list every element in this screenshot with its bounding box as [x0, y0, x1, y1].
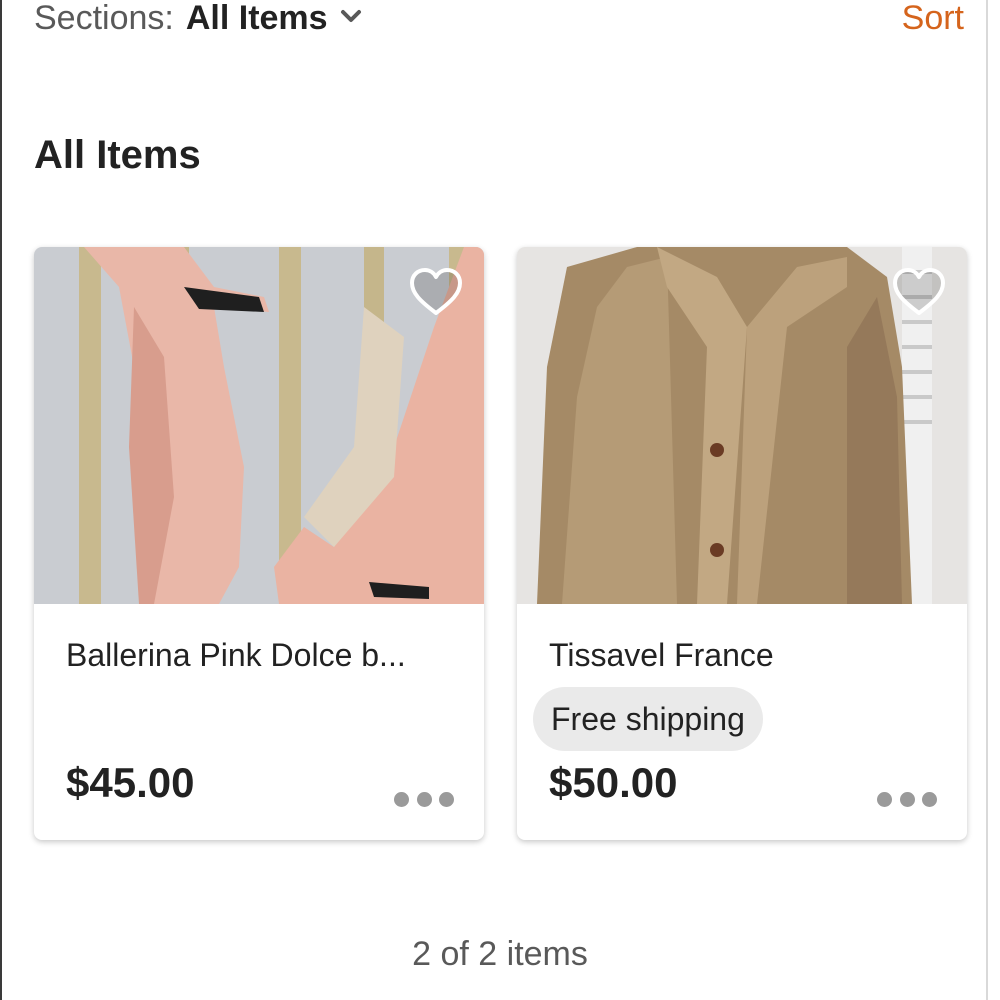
scrollbar-track[interactable] [986, 0, 988, 1000]
dot [394, 791, 409, 807]
heart-icon[interactable] [891, 265, 947, 321]
dot [439, 791, 454, 807]
sections-label: Sections: [34, 0, 174, 37]
dot [416, 791, 432, 807]
sections-selected-value: All Items [185, 0, 328, 37]
section-title: All Items [34, 133, 201, 177]
chevron-down-icon [340, 10, 361, 22]
listing-card[interactable]: Ballerina Pink Dolce b... $45.00 [34, 247, 484, 840]
shop-items-page: Sections: All Items Sort All Items Balle… [0, 0, 1000, 1000]
listing-title[interactable]: Tissavel France [549, 637, 939, 674]
dot [922, 791, 937, 807]
listing-card[interactable]: Tissavel France Free shipping $50.00 [517, 247, 967, 840]
items-count: 2 of 2 items [412, 935, 588, 973]
listing-price: $45.00 [66, 759, 195, 806]
free-shipping-badge: Free shipping [533, 687, 763, 751]
dot [877, 791, 892, 807]
listing-price: $50.00 [549, 759, 678, 806]
sections-dropdown[interactable]: Sections: All Items [34, 0, 362, 40]
left-edge-divider [0, 0, 2, 1000]
more-options-icon[interactable] [394, 789, 454, 809]
more-options-icon[interactable] [877, 789, 937, 809]
sort-button[interactable]: Sort [902, 0, 964, 40]
listing-title[interactable]: Ballerina Pink Dolce b... [66, 637, 456, 674]
dot [899, 791, 915, 807]
heart-icon[interactable] [408, 265, 464, 321]
